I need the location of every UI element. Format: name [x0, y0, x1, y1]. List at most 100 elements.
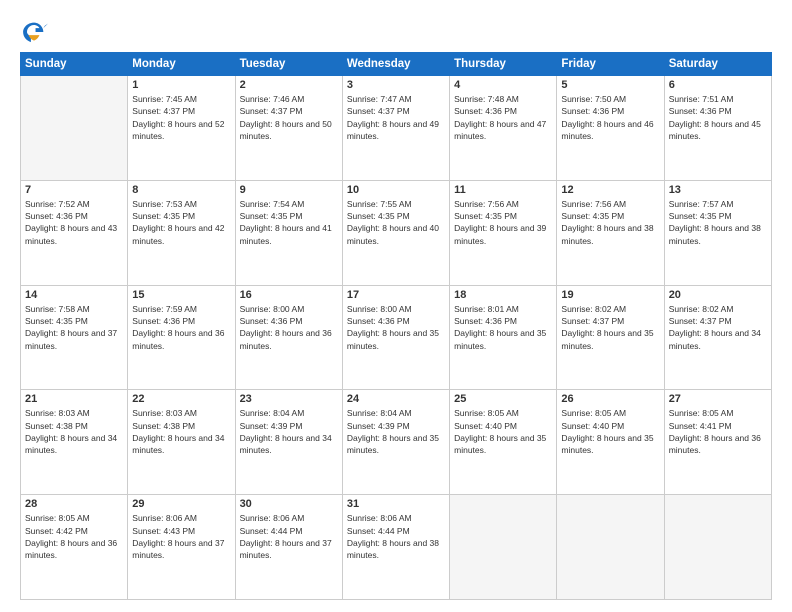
calendar-cell: 14 Sunrise: 7:58 AMSunset: 4:35 PMDayligh…: [21, 285, 128, 390]
weekday-header-row: SundayMondayTuesdayWednesdayThursdayFrid…: [21, 53, 772, 76]
calendar-cell: 6 Sunrise: 7:51 AMSunset: 4:36 PMDaylight…: [664, 76, 771, 181]
calendar-week-row: 28 Sunrise: 8:05 AMSunset: 4:42 PMDayligh…: [21, 495, 772, 600]
day-info: Sunrise: 8:05 AMSunset: 4:40 PMDaylight:…: [454, 407, 552, 456]
day-info: Sunrise: 7:50 AMSunset: 4:36 PMDaylight:…: [561, 93, 659, 142]
day-info: Sunrise: 7:45 AMSunset: 4:37 PMDaylight:…: [132, 93, 230, 142]
calendar-cell: 28 Sunrise: 8:05 AMSunset: 4:42 PMDayligh…: [21, 495, 128, 600]
day-info: Sunrise: 7:48 AMSunset: 4:36 PMDaylight:…: [454, 93, 552, 142]
calendar-cell: 23 Sunrise: 8:04 AMSunset: 4:39 PMDayligh…: [235, 390, 342, 495]
header: [20, 18, 772, 46]
calendar-week-row: 1 Sunrise: 7:45 AMSunset: 4:37 PMDaylight…: [21, 76, 772, 181]
day-number: 23: [240, 393, 338, 405]
calendar-cell: 13 Sunrise: 7:57 AMSunset: 4:35 PMDayligh…: [664, 180, 771, 285]
calendar-week-row: 7Sunrise: 7:52 AMSunset: 4:36 PMDaylight…: [21, 180, 772, 285]
calendar-cell: 10Sunrise: 7:55 AMSunset: 4:35 PMDayligh…: [342, 180, 449, 285]
day-number: 15: [132, 289, 230, 301]
day-info: Sunrise: 8:05 AMSunset: 4:42 PMDaylight:…: [25, 512, 123, 561]
calendar-cell: 27Sunrise: 8:05 AMSunset: 4:41 PMDayligh…: [664, 390, 771, 495]
day-number: 30: [240, 498, 338, 510]
day-number: 26: [561, 393, 659, 405]
calendar-cell: 26 Sunrise: 8:05 AMSunset: 4:40 PMDayligh…: [557, 390, 664, 495]
day-info: Sunrise: 8:02 AMSunset: 4:37 PMDaylight:…: [669, 303, 767, 352]
calendar-week-row: 14 Sunrise: 7:58 AMSunset: 4:35 PMDayligh…: [21, 285, 772, 390]
day-number: 6: [669, 79, 767, 91]
calendar-cell: 1 Sunrise: 7:45 AMSunset: 4:37 PMDaylight…: [128, 76, 235, 181]
day-info: Sunrise: 8:05 AMSunset: 4:40 PMDaylight:…: [561, 407, 659, 456]
weekday-header: Thursday: [450, 53, 557, 76]
weekday-header: Wednesday: [342, 53, 449, 76]
day-info: Sunrise: 8:06 AMSunset: 4:43 PMDaylight:…: [132, 512, 230, 561]
day-number: 10: [347, 184, 445, 196]
calendar-cell: 20 Sunrise: 8:02 AMSunset: 4:37 PMDayligh…: [664, 285, 771, 390]
weekday-header: Saturday: [664, 53, 771, 76]
day-info: Sunrise: 7:59 AMSunset: 4:36 PMDaylight:…: [132, 303, 230, 352]
page: SundayMondayTuesdayWednesdayThursdayFrid…: [0, 0, 792, 612]
calendar-cell: 8 Sunrise: 7:53 AMSunset: 4:35 PMDaylight…: [128, 180, 235, 285]
weekday-header: Tuesday: [235, 53, 342, 76]
day-number: 25: [454, 393, 552, 405]
day-number: 29: [132, 498, 230, 510]
calendar-cell: 29 Sunrise: 8:06 AMSunset: 4:43 PMDayligh…: [128, 495, 235, 600]
day-number: 12: [561, 184, 659, 196]
day-info: Sunrise: 8:04 AMSunset: 4:39 PMDaylight:…: [347, 407, 445, 456]
day-info: Sunrise: 7:57 AMSunset: 4:35 PMDaylight:…: [669, 198, 767, 247]
calendar-cell: 31 Sunrise: 8:06 AMSunset: 4:44 PMDayligh…: [342, 495, 449, 600]
day-info: Sunrise: 7:47 AMSunset: 4:37 PMDaylight:…: [347, 93, 445, 142]
day-info: Sunrise: 7:56 AMSunset: 4:35 PMDaylight:…: [454, 198, 552, 247]
day-info: Sunrise: 7:56 AMSunset: 4:35 PMDaylight:…: [561, 198, 659, 247]
day-info: Sunrise: 8:02 AMSunset: 4:37 PMDaylight:…: [561, 303, 659, 352]
calendar-cell: [557, 495, 664, 600]
day-number: 4: [454, 79, 552, 91]
day-number: 28: [25, 498, 123, 510]
logo: [20, 18, 52, 46]
day-number: 18: [454, 289, 552, 301]
calendar-cell: 30 Sunrise: 8:06 AMSunset: 4:44 PMDayligh…: [235, 495, 342, 600]
calendar-cell: 17Sunrise: 8:00 AMSunset: 4:36 PMDayligh…: [342, 285, 449, 390]
day-info: Sunrise: 7:58 AMSunset: 4:35 PMDaylight:…: [25, 303, 123, 352]
day-number: 8: [132, 184, 230, 196]
calendar-cell: [21, 76, 128, 181]
day-number: 22: [132, 393, 230, 405]
day-number: 13: [669, 184, 767, 196]
day-info: Sunrise: 7:54 AMSunset: 4:35 PMDaylight:…: [240, 198, 338, 247]
calendar-cell: 9 Sunrise: 7:54 AMSunset: 4:35 PMDaylight…: [235, 180, 342, 285]
weekday-header: Friday: [557, 53, 664, 76]
calendar-cell: 11 Sunrise: 7:56 AMSunset: 4:35 PMDayligh…: [450, 180, 557, 285]
day-number: 5: [561, 79, 659, 91]
day-number: 9: [240, 184, 338, 196]
calendar-cell: 4 Sunrise: 7:48 AMSunset: 4:36 PMDaylight…: [450, 76, 557, 181]
day-info: Sunrise: 8:04 AMSunset: 4:39 PMDaylight:…: [240, 407, 338, 456]
day-number: 16: [240, 289, 338, 301]
calendar-cell: 7Sunrise: 7:52 AMSunset: 4:36 PMDaylight…: [21, 180, 128, 285]
day-number: 14: [25, 289, 123, 301]
day-number: 11: [454, 184, 552, 196]
calendar-cell: [664, 495, 771, 600]
calendar-cell: 3 Sunrise: 7:47 AMSunset: 4:37 PMDaylight…: [342, 76, 449, 181]
logo-icon: [20, 18, 48, 46]
day-number: 31: [347, 498, 445, 510]
calendar-cell: 24Sunrise: 8:04 AMSunset: 4:39 PMDayligh…: [342, 390, 449, 495]
day-number: 7: [25, 184, 123, 196]
day-info: Sunrise: 7:51 AMSunset: 4:36 PMDaylight:…: [669, 93, 767, 142]
day-info: Sunrise: 8:03 AMSunset: 4:38 PMDaylight:…: [132, 407, 230, 456]
day-info: Sunrise: 7:53 AMSunset: 4:35 PMDaylight:…: [132, 198, 230, 247]
day-info: Sunrise: 8:06 AMSunset: 4:44 PMDaylight:…: [347, 512, 445, 561]
calendar-cell: 19 Sunrise: 8:02 AMSunset: 4:37 PMDayligh…: [557, 285, 664, 390]
day-number: 1: [132, 79, 230, 91]
day-info: Sunrise: 8:06 AMSunset: 4:44 PMDaylight:…: [240, 512, 338, 561]
day-info: Sunrise: 8:00 AMSunset: 4:36 PMDaylight:…: [240, 303, 338, 352]
calendar-cell: 5 Sunrise: 7:50 AMSunset: 4:36 PMDaylight…: [557, 76, 664, 181]
day-number: 19: [561, 289, 659, 301]
weekday-header: Monday: [128, 53, 235, 76]
day-number: 3: [347, 79, 445, 91]
calendar-table: SundayMondayTuesdayWednesdayThursdayFrid…: [20, 52, 772, 600]
day-info: Sunrise: 8:05 AMSunset: 4:41 PMDaylight:…: [669, 407, 767, 456]
day-number: 2: [240, 79, 338, 91]
day-number: 20: [669, 289, 767, 301]
weekday-header: Sunday: [21, 53, 128, 76]
day-info: Sunrise: 8:01 AMSunset: 4:36 PMDaylight:…: [454, 303, 552, 352]
calendar-cell: 15 Sunrise: 7:59 AMSunset: 4:36 PMDayligh…: [128, 285, 235, 390]
calendar-cell: 16 Sunrise: 8:00 AMSunset: 4:36 PMDayligh…: [235, 285, 342, 390]
calendar-cell: 22 Sunrise: 8:03 AMSunset: 4:38 PMDayligh…: [128, 390, 235, 495]
calendar-cell: [450, 495, 557, 600]
